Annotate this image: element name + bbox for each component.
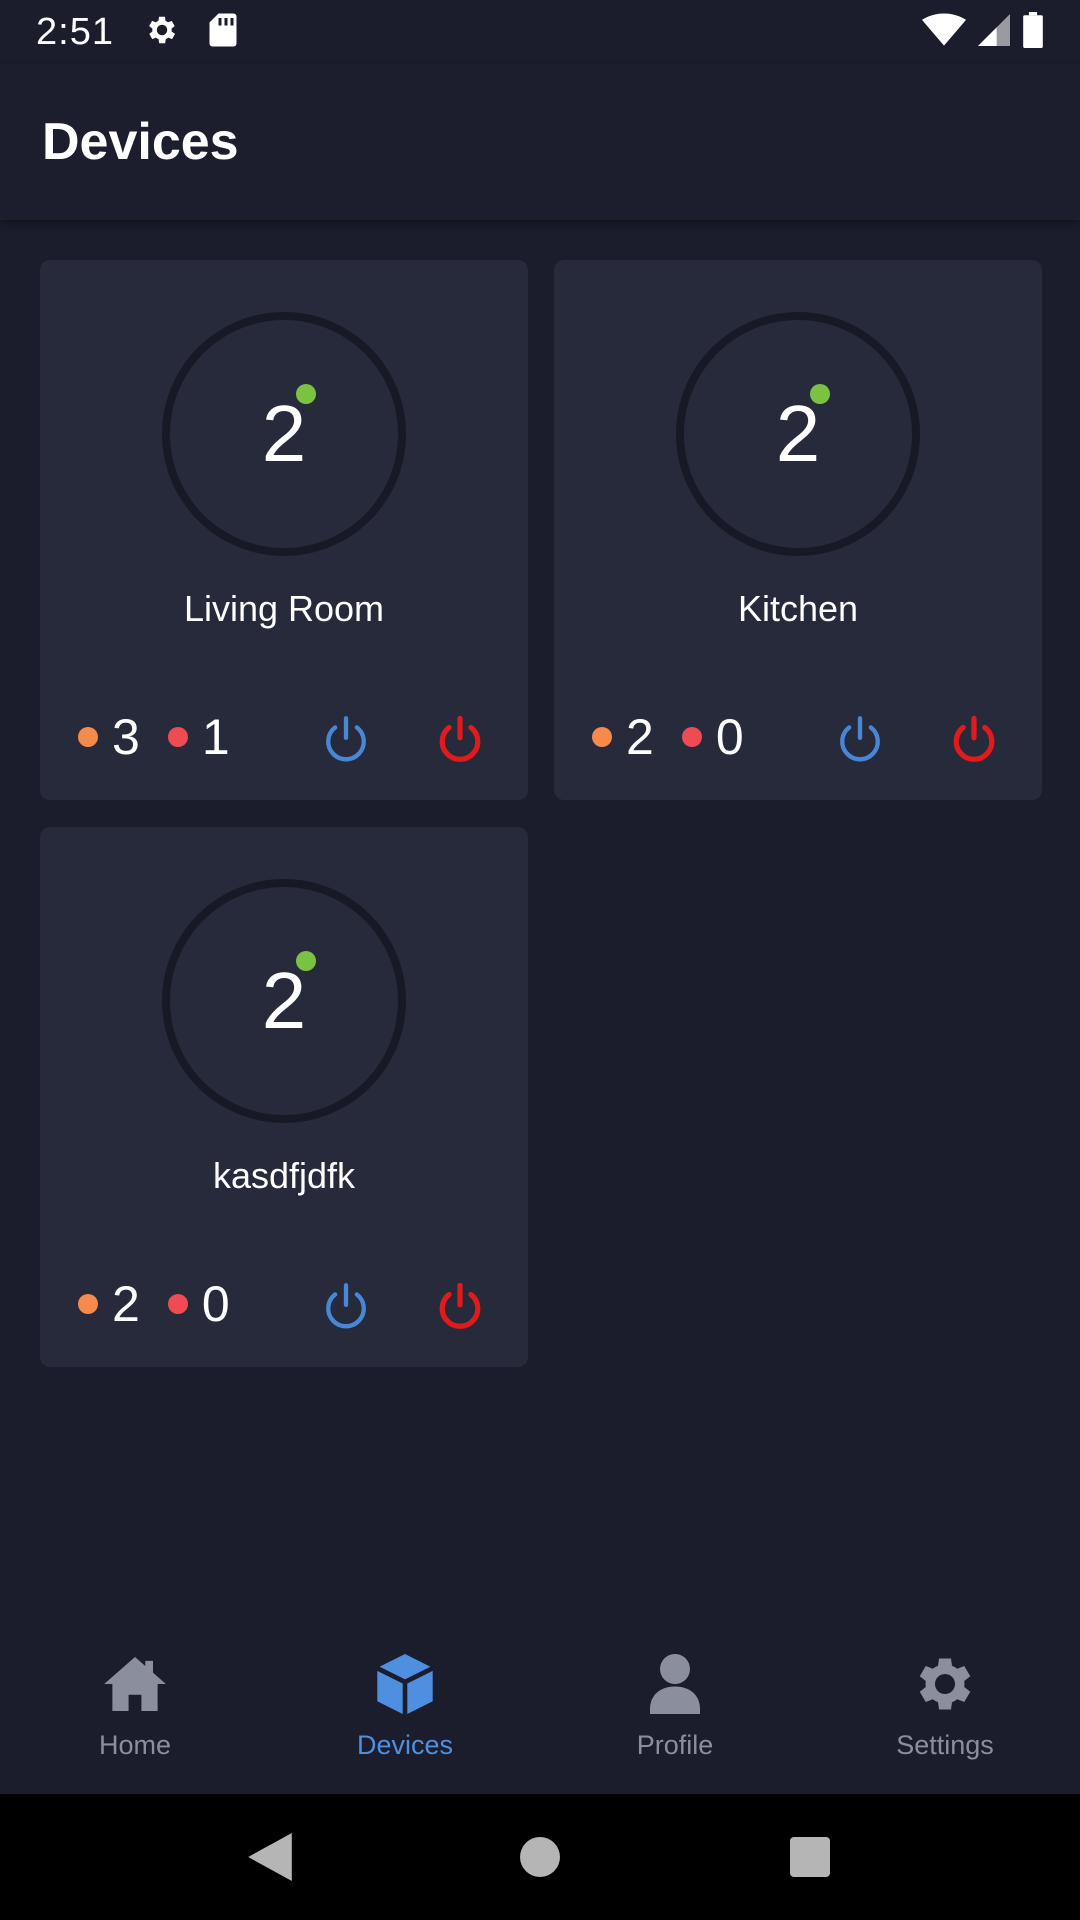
device-count-ring: 2 [162,879,406,1123]
power-on-button[interactable] [316,1277,376,1337]
power-icon [326,1283,366,1329]
app-header: Devices [0,64,1080,220]
power-on-button[interactable] [830,710,890,770]
bottom-nav: Home Devices Profile Settings [0,1620,1080,1794]
device-count: 2 [261,956,307,1045]
device-stats: 3 1 [78,712,258,762]
gear-icon [913,1652,977,1716]
error-dot [681,727,702,747]
power-on-button[interactable] [316,710,376,770]
sd-card-icon [208,12,238,53]
status-bar: 2:51 [0,0,1080,64]
power-icon [439,1282,481,1329]
wifi-icon [922,13,966,52]
device-count-ring: 2 [162,312,406,556]
system-nav-bar [0,1794,1080,1920]
back-button[interactable] [180,1794,360,1920]
error-dot [167,1294,188,1314]
status-time: 2:51 [36,10,114,53]
device-card[interactable]: 2 Kitchen 2 0 [554,260,1042,800]
power-icon [840,716,880,762]
power-off-button[interactable] [430,710,490,770]
power-icon [439,715,481,762]
device-count: 2 [775,389,821,478]
online-status-dot [810,384,830,404]
page-title: Devices [42,113,239,171]
cube-icon [373,1652,437,1716]
nav-item-devices[interactable]: Devices [270,1620,540,1794]
power-off-button[interactable] [430,1277,490,1337]
person-icon [643,1652,707,1716]
home-button[interactable] [450,1794,630,1920]
recents-button[interactable] [720,1794,900,1920]
screen: 2:51 Devices 2 Living Room 3 1 2 Kitchen… [0,0,1080,1920]
nav-label: Home [98,1730,172,1760]
device-count: 2 [261,389,307,478]
online-status-dot [296,384,316,404]
power-icon [326,716,366,762]
error-count: 0 [715,709,744,765]
nav-item-settings[interactable]: Settings [810,1620,1080,1794]
battery-icon [1022,11,1044,53]
error-dot [167,727,188,747]
signal-icon [978,13,1010,51]
home-circle-icon [520,1837,560,1877]
device-stats: 2 0 [592,712,772,762]
home-icon [103,1652,167,1716]
device-stats: 2 0 [78,1279,258,1329]
error-count: 0 [201,1276,230,1332]
device-card[interactable]: 2 kasdfjdfk 2 0 [40,827,528,1367]
nav-label: Settings [896,1730,994,1760]
device-count-ring: 2 [676,312,920,556]
nav-label: Profile [636,1730,714,1760]
warning-count: 2 [626,709,654,765]
online-status-dot [296,951,316,971]
power-icon [953,715,995,762]
device-name: Kitchen [737,588,859,629]
warning-dot [592,727,612,747]
warning-count: 3 [112,709,140,765]
device-card[interactable]: 2 Living Room 3 1 [40,260,528,800]
warning-dot [78,1294,98,1314]
nav-item-profile[interactable]: Profile [540,1620,810,1794]
back-icon [248,1833,292,1881]
error-count: 1 [201,709,230,765]
nav-item-home[interactable]: Home [0,1620,270,1794]
nav-label: Devices [356,1730,454,1760]
power-off-button[interactable] [944,710,1004,770]
warning-count: 2 [112,1276,140,1332]
recents-icon [790,1837,830,1877]
device-name: kasdfjdfk [212,1155,356,1196]
gear-icon [144,12,180,53]
device-name: Living Room [183,588,385,629]
warning-dot [78,727,98,747]
